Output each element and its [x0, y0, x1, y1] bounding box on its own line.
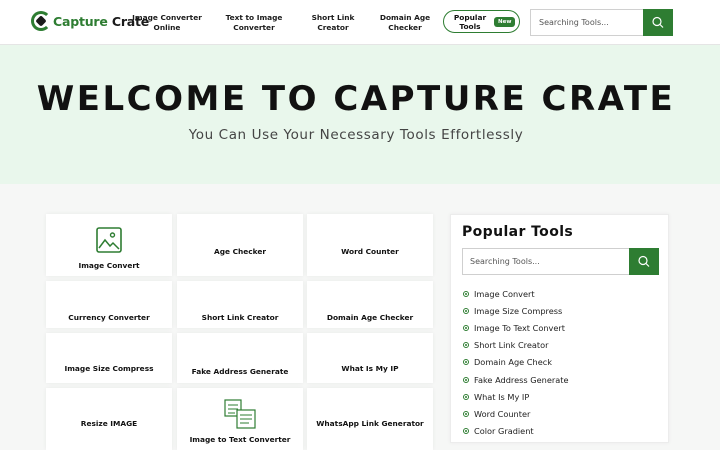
tool-card-label: Short Link Creator — [201, 313, 279, 322]
tool-card-image-to-text[interactable]: Image to Text Converter — [177, 388, 303, 450]
tool-card-label: Word Counter — [341, 247, 399, 256]
hero-banner: WELCOME TO CAPTURE CRATE You Can Use You… — [0, 45, 720, 184]
bullet-icon — [463, 290, 469, 297]
tool-card-image-size-compress[interactable]: Image Size Compress — [46, 333, 172, 383]
search-icon — [638, 255, 650, 267]
tool-card-label: Domain Age Checker — [326, 313, 414, 322]
new-badge: New — [494, 16, 516, 27]
tool-card-label: Fake Address Generate — [191, 367, 289, 376]
logo-icon — [31, 11, 51, 31]
tool-card-whatsapp-link-generator[interactable]: WhatsApp Link Generator — [307, 388, 433, 450]
bullet-icon — [463, 324, 469, 331]
sidebar-search-input[interactable]: Searching Tools... — [470, 257, 540, 266]
tool-card-currency-converter[interactable]: Currency Converter — [46, 281, 172, 328]
tool-card-label: Resize IMAGE — [80, 419, 138, 428]
header-search-input[interactable]: Searching Tools... — [539, 18, 609, 27]
tool-card-label: Image Convert — [78, 261, 140, 270]
tool-card-label: WhatsApp Link Generator — [316, 419, 424, 428]
nav-text-to-image[interactable]: Text to Image Converter — [222, 13, 286, 33]
sidebar-item[interactable]: Fake Address Generate — [463, 371, 569, 388]
tool-card-image-convert[interactable]: Image Convert — [46, 214, 172, 276]
image-to-text-icon — [224, 399, 256, 429]
navbar: Capture Crate Image Converter Online Tex… — [0, 0, 720, 45]
bullet-icon — [463, 376, 469, 383]
sidebar-item[interactable]: Domain Age Check — [463, 354, 569, 371]
bullet-icon — [463, 359, 469, 366]
sidebar-list: Image Convert Image Size Compress Image … — [463, 285, 569, 440]
tool-card-label: Age Checker — [213, 247, 267, 256]
tool-card-word-counter[interactable]: Word Counter — [307, 214, 433, 276]
tool-card-fake-address-generate[interactable]: Fake Address Generate — [177, 333, 303, 383]
tool-card-age-checker[interactable]: Age Checker — [177, 214, 303, 276]
tool-card-domain-age-checker[interactable]: Domain Age Checker — [307, 281, 433, 328]
search-icon — [652, 16, 664, 28]
logo-text-capture: Capture — [53, 13, 108, 29]
sidebar-search-button[interactable] — [629, 248, 659, 275]
bullet-icon — [463, 342, 469, 349]
nav-image-converter[interactable]: Image Converter Online — [131, 13, 203, 33]
tool-card-label: What Is My IP — [341, 364, 399, 373]
sidebar-item[interactable]: Word Counter — [463, 405, 569, 422]
sidebar-item[interactable]: What Is My IP — [463, 388, 569, 405]
bullet-icon — [463, 410, 469, 417]
nav-domain-age[interactable]: Domain Age Checker — [377, 13, 433, 33]
hero-title: WELCOME TO CAPTURE CRATE — [36, 79, 676, 119]
hero-subtitle: You Can Use Your Necessary Tools Effortl… — [188, 127, 524, 143]
tool-card-resize-image[interactable]: Resize IMAGE — [46, 388, 172, 450]
bullet-icon — [463, 393, 469, 400]
tool-card-label: Currency Converter — [68, 313, 150, 322]
bullet-icon — [463, 428, 469, 435]
tool-card-what-is-my-ip[interactable]: What Is My IP — [307, 333, 433, 383]
popular-tools-sidebar: Popular Tools Searching Tools... Image C… — [450, 214, 669, 443]
sidebar-item[interactable]: Image Convert — [463, 285, 569, 302]
sidebar-item[interactable]: Short Link Creator — [463, 337, 569, 354]
sidebar-search: Searching Tools... — [462, 248, 659, 275]
sidebar-item[interactable]: Image To Text Convert — [463, 319, 569, 336]
image-icon — [96, 227, 122, 253]
sidebar-title: Popular Tools — [462, 224, 574, 240]
header-search: Searching Tools... — [530, 9, 673, 36]
tool-card-label: Image Size Compress — [64, 364, 154, 373]
sidebar-item[interactable]: Color Gradient — [463, 423, 569, 440]
sidebar-item[interactable]: Image Size Compress — [463, 302, 569, 319]
popular-tools-button[interactable]: Popular Tools New — [443, 10, 520, 33]
bullet-icon — [463, 307, 469, 314]
header-search-button[interactable] — [643, 9, 673, 36]
tool-card-short-link-creator[interactable]: Short Link Creator — [177, 281, 303, 328]
tool-card-label: Image to Text Converter — [189, 435, 291, 444]
nav-short-link[interactable]: Short Link Creator — [305, 13, 361, 33]
